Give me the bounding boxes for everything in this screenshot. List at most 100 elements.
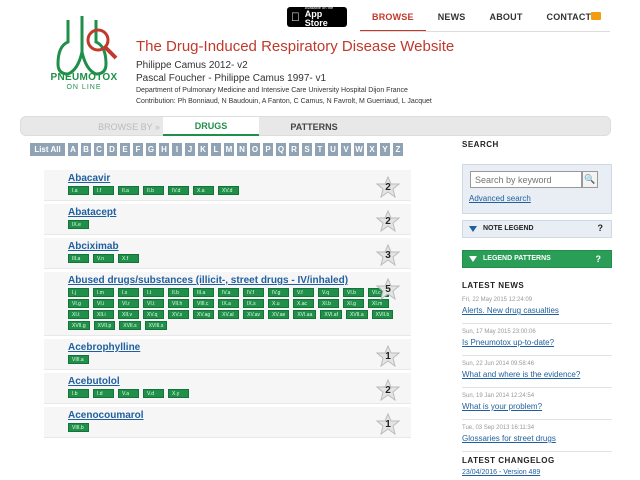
letter-x[interactable]: X [367, 143, 377, 156]
letter-p[interactable]: P [263, 143, 273, 156]
pattern-code-badge[interactable]: XI.t [68, 310, 89, 319]
drug-name-link[interactable]: Acebutolol [68, 376, 411, 387]
pattern-code-badge[interactable]: XII.i [93, 310, 114, 319]
letter-q[interactable]: Q [276, 143, 286, 156]
pattern-code-badge[interactable]: X.y [168, 389, 189, 398]
pattern-code-badge[interactable]: V.d [143, 389, 164, 398]
pattern-code-badge[interactable]: III.a [193, 288, 214, 297]
pattern-code-badge[interactable]: VIII.c [193, 299, 214, 308]
pattern-code-badge[interactable]: I.m [93, 288, 114, 297]
tab-patterns[interactable]: PATTERNS [259, 117, 369, 136]
pattern-code-badge[interactable]: XI.m [368, 299, 389, 308]
tab-drugs[interactable]: DRUGS [163, 117, 259, 136]
letter-k[interactable]: K [198, 143, 208, 156]
letter-f[interactable]: F [133, 143, 143, 156]
help-icon[interactable]: ? [596, 254, 602, 264]
pattern-code-badge[interactable]: IV.d [168, 186, 189, 195]
letter-n[interactable]: N [237, 143, 247, 156]
pattern-code-badge[interactable]: VI.r [118, 299, 139, 308]
drug-name-link[interactable]: Abatacept [68, 207, 411, 218]
help-icon[interactable]: ? [598, 223, 604, 233]
pattern-code-badge[interactable]: V.q [318, 288, 339, 297]
pattern-code-badge[interactable]: XVII.g [68, 321, 90, 330]
pattern-code-badge[interactable]: II.b [143, 186, 164, 195]
pattern-code-badge[interactable]: IV.g [268, 288, 289, 297]
letter-b[interactable]: B [81, 143, 91, 156]
pattern-code-badge[interactable]: VI.g [68, 299, 89, 308]
pattern-code-badge[interactable]: X.a [193, 186, 214, 195]
letter-a[interactable]: A [68, 143, 78, 156]
letter-e[interactable]: E [120, 143, 130, 156]
rss-icon[interactable] [591, 12, 601, 20]
drug-name-link[interactable]: Abciximab [68, 241, 411, 252]
news-title-link[interactable]: What and where is the evidence? [462, 369, 612, 380]
letter-s[interactable]: S [302, 143, 312, 156]
letter-v[interactable]: V [341, 143, 351, 156]
search-input[interactable] [470, 171, 582, 188]
nav-news[interactable]: NEWS [426, 0, 478, 32]
nav-browse[interactable]: BROWSE [360, 0, 426, 32]
letter-u[interactable]: U [328, 143, 338, 156]
letter-c[interactable]: C [94, 143, 104, 156]
drug-name-link[interactable]: Abused drugs/substances (illicit-, stree… [68, 275, 411, 286]
note-legend-toggle[interactable]: NOTE LEGEND ? [462, 220, 612, 238]
pattern-code-badge[interactable]: II.b [168, 288, 189, 297]
news-title-link[interactable]: What is your problem? [462, 401, 612, 412]
search-button[interactable]: 🔍 [582, 171, 598, 188]
pattern-code-badge[interactable]: IX.a [218, 299, 239, 308]
news-title-link[interactable]: Glossaries for street drugs [462, 433, 612, 444]
pattern-code-badge[interactable]: XVI.aa [293, 310, 317, 319]
pattern-code-badge[interactable]: XV.d [218, 186, 239, 195]
letter-o[interactable]: O [250, 143, 260, 156]
pattern-code-badge[interactable]: VII.h [168, 299, 189, 308]
pattern-code-badge[interactable]: I.f [93, 186, 114, 195]
drug-name-link[interactable]: Abacavir [68, 173, 411, 184]
letter-t[interactable]: T [315, 143, 325, 156]
drug-name-link[interactable]: Acenocoumarol [68, 410, 411, 421]
pattern-code-badge[interactable]: IV.f [243, 288, 264, 297]
letter-y[interactable]: Y [380, 143, 390, 156]
letter-z[interactable]: Z [393, 143, 403, 156]
pattern-code-badge[interactable]: I.j [68, 288, 89, 297]
pattern-code-badge[interactable]: XV.av [243, 310, 265, 319]
pattern-code-badge[interactable]: XVII.p [93, 321, 116, 330]
changelog-item[interactable]: 23/04/2016 - Version 489 [462, 469, 540, 476]
drug-name-link[interactable]: Acebrophylline [68, 342, 411, 353]
letter-h[interactable]: H [159, 143, 169, 156]
pattern-code-badge[interactable]: I.d [93, 389, 114, 398]
pattern-code-badge[interactable]: XVII.b [371, 310, 394, 319]
pattern-code-badge[interactable]: IX.s [243, 299, 264, 308]
pattern-code-badge[interactable]: X.f [118, 254, 139, 263]
pattern-code-badge[interactable]: VI.t [143, 299, 164, 308]
letter-w[interactable]: W [354, 143, 364, 156]
pattern-code-badge[interactable]: VIII.b [68, 423, 89, 432]
pattern-code-badge[interactable]: I.t [143, 288, 164, 297]
letter-m[interactable]: M [224, 143, 234, 156]
pattern-code-badge[interactable]: XVI.af [320, 310, 342, 319]
pattern-code-badge[interactable]: XVIII.s [144, 321, 168, 330]
letter-g[interactable]: G [146, 143, 156, 156]
pattern-code-badge[interactable]: V.a [118, 389, 139, 398]
pattern-code-badge[interactable]: VI.i [93, 299, 114, 308]
pattern-code-badge[interactable]: XVII.s [119, 321, 141, 330]
app-store-badge[interactable]:  Available on the App Store [287, 6, 347, 28]
pattern-code-badge[interactable]: XVII.a [345, 310, 368, 319]
letter-d[interactable]: D [107, 143, 117, 156]
pattern-code-badge[interactable]: V.n [93, 254, 114, 263]
pattern-code-badge[interactable]: XV.ae [268, 310, 290, 319]
pattern-code-badge[interactable]: VIII.a [68, 355, 89, 364]
pattern-code-badge[interactable]: I.b [68, 389, 89, 398]
pattern-code-badge[interactable]: XV.q [143, 310, 164, 319]
pattern-code-badge[interactable]: I.s [118, 288, 139, 297]
pattern-code-badge[interactable]: XV.al [218, 310, 240, 319]
letter-r[interactable]: R [289, 143, 299, 156]
pattern-code-badge[interactable]: III.a [68, 254, 89, 263]
letter-i[interactable]: I [172, 143, 182, 156]
pattern-code-badge[interactable]: XI.b [318, 299, 339, 308]
news-title-link[interactable]: Is Pneumotox up-to-date? [462, 337, 612, 348]
pattern-code-badge[interactable]: XV.ag [193, 310, 215, 319]
pattern-code-badge[interactable]: IV.a [218, 288, 239, 297]
letter-l[interactable]: L [211, 143, 221, 156]
pattern-code-badge[interactable]: I.a [68, 186, 89, 195]
pattern-code-badge[interactable]: VI.b [343, 288, 364, 297]
